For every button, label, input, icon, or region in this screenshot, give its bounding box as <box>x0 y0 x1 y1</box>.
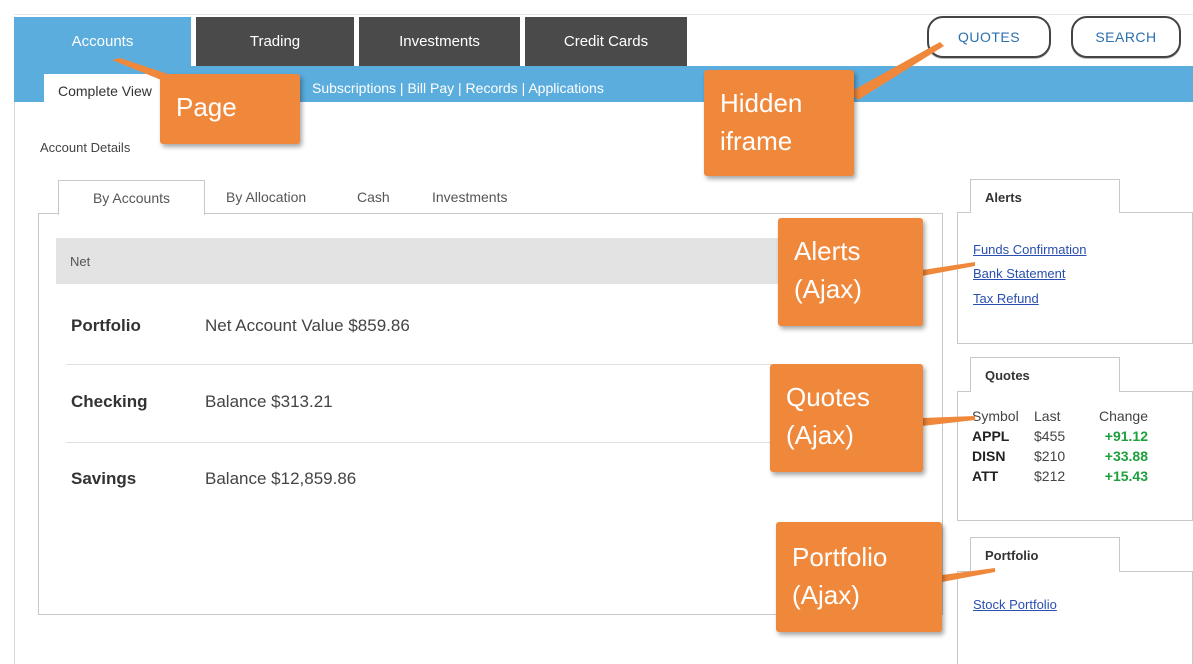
callout-alerts: Alerts (Ajax) <box>778 218 923 326</box>
callout-quotes-line1: Quotes <box>786 382 870 412</box>
tab-accounts[interactable]: Accounts <box>14 17 191 66</box>
callout-iframe-line1: Hidden <box>720 88 803 118</box>
page-left-border <box>14 102 15 664</box>
callout-portfolio: Portfolio (Ajax) <box>776 522 942 632</box>
quotes-header-row: Symbol Last Change <box>972 406 1148 426</box>
tab-by-allocation[interactable]: By Allocation <box>226 180 306 214</box>
alerts-link-list: Funds Confirmation Bank Statement Tax Re… <box>973 237 1086 311</box>
portfolio-link-stock-portfolio[interactable]: Stock Portfolio <box>973 592 1057 617</box>
callout-portfolio-line2: (Ajax) <box>792 580 860 610</box>
quote-row: DISN $210 +33.88 <box>972 446 1148 466</box>
callout-page-text: Page <box>176 92 237 122</box>
callout-alerts-line1: Alerts <box>794 236 861 266</box>
subnav-links[interactable]: Subscriptions | Bill Pay | Records | App… <box>312 80 604 96</box>
callout-hidden-iframe: Hidden iframe <box>704 70 854 176</box>
quote-last: $210 <box>1034 448 1066 464</box>
tab-cash[interactable]: Cash <box>357 180 390 214</box>
callout-quotes-line2: (Ajax) <box>786 420 854 450</box>
quote-change: +15.43 <box>1104 468 1148 484</box>
screenshot-root: Accounts Trading Investments Credit Card… <box>0 0 1193 664</box>
quotes-table: Symbol Last Change APPL $455 +91.12 DISN… <box>972 406 1148 486</box>
callout-quotes: Quotes (Ajax) <box>770 364 923 472</box>
callout-page: Page <box>160 74 300 144</box>
callout-iframe-line2: iframe <box>720 126 793 156</box>
tab-investments[interactable]: Investments <box>359 17 520 66</box>
alerts-panel-tab[interactable]: Alerts <box>970 179 1120 213</box>
quote-symbol: APPL <box>972 428 1010 444</box>
tab-investments-content[interactable]: Investments <box>432 180 507 214</box>
net-header-row: Net <box>56 238 856 284</box>
account-value-checking: Balance $313.21 <box>205 392 333 411</box>
portfolio-panel-tab[interactable]: Portfolio <box>970 537 1120 572</box>
top-border <box>14 14 1193 15</box>
row-divider <box>66 442 856 443</box>
account-name-portfolio: Portfolio <box>71 316 141 335</box>
search-button[interactable]: SEARCH <box>1071 16 1181 58</box>
account-value-portfolio: Net Account Value $859.86 <box>205 316 410 335</box>
quotes-panel-tab[interactable]: Quotes <box>970 357 1120 392</box>
account-name-checking: Checking <box>71 392 148 411</box>
callout-portfolio-line1: Portfolio <box>792 542 888 572</box>
portfolio-link-list: Stock Portfolio <box>973 592 1057 617</box>
quote-row: ATT $212 +15.43 <box>972 466 1148 486</box>
quotes-header-change: Change <box>1098 408 1148 424</box>
alert-link-tax-refund[interactable]: Tax Refund <box>973 286 1086 311</box>
alert-link-funds-confirmation[interactable]: Funds Confirmation <box>973 237 1086 262</box>
account-name-savings: Savings <box>71 469 137 488</box>
quotes-header-symbol: Symbol <box>972 408 1019 424</box>
quote-row: APPL $455 +91.12 <box>972 426 1148 446</box>
quote-change: +33.88 <box>1104 448 1148 464</box>
row-divider <box>66 364 856 365</box>
portfolio-panel: Stock Portfolio <box>957 571 1193 664</box>
quotes-header-last: Last <box>1034 408 1061 424</box>
alert-link-bank-statement[interactable]: Bank Statement <box>973 261 1086 286</box>
tab-by-accounts[interactable]: By Accounts <box>58 180 205 215</box>
quotes-button[interactable]: QUOTES <box>927 16 1051 58</box>
quote-symbol: ATT <box>972 468 999 484</box>
quote-last: $212 <box>1034 468 1066 484</box>
tab-credit-cards[interactable]: Credit Cards <box>525 17 687 66</box>
alerts-panel: Funds Confirmation Bank Statement Tax Re… <box>957 212 1193 344</box>
quote-last: $455 <box>1034 428 1066 444</box>
quote-change: +91.12 <box>1104 428 1148 444</box>
callout-alerts-line2: (Ajax) <box>794 274 862 304</box>
section-label: Account Details <box>40 140 131 155</box>
account-value-savings: Balance $12,859.86 <box>205 469 357 488</box>
tab-trading[interactable]: Trading <box>196 17 354 66</box>
main-tab-bar: Accounts Trading Investments Credit Card… <box>14 17 687 66</box>
quote-symbol: DISN <box>972 448 1006 464</box>
